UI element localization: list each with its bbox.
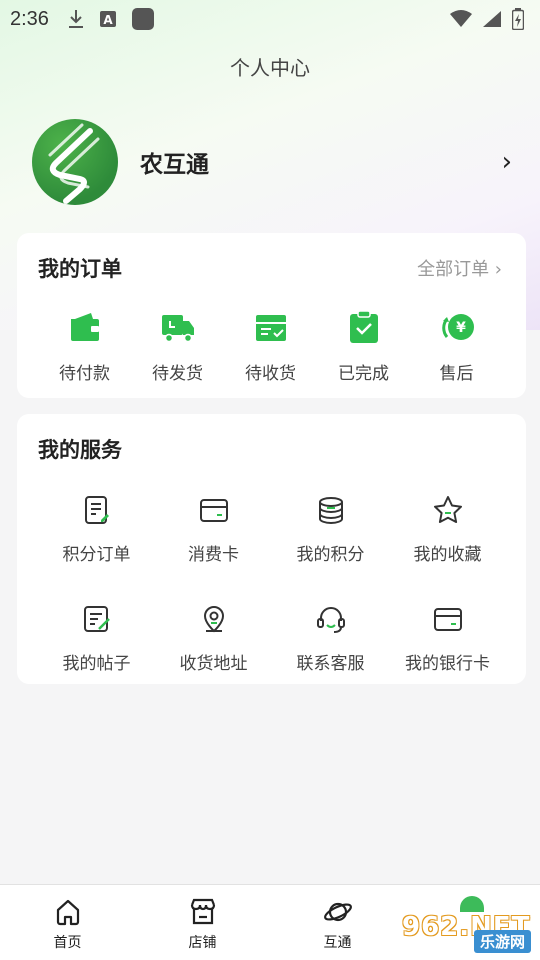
- package-check-icon: [255, 315, 286, 341]
- font-a-icon: A: [99, 11, 116, 27]
- store-icon: [190, 898, 215, 925]
- home-icon: [56, 899, 79, 926]
- bank-card-icon: [433, 608, 462, 631]
- planet-icon: [323, 902, 352, 922]
- svg-text:¥: ¥: [456, 320, 466, 336]
- order-item-label: 待发货: [152, 364, 203, 384]
- order-pending-receipt[interactable]: 待收货: [224, 309, 317, 384]
- order-pending-shipment[interactable]: 待发货: [131, 309, 224, 384]
- card-icon: [199, 499, 228, 522]
- profile-header[interactable]: 农互通 ›: [32, 118, 512, 206]
- service-points-orders[interactable]: 积分订单: [38, 494, 155, 565]
- service-label: 我的银行卡: [405, 654, 490, 674]
- profile-name[interactable]: 农互通: [140, 145, 209, 179]
- app-logo-icon: [48, 123, 100, 204]
- signal-icon: [483, 11, 501, 27]
- all-orders-link[interactable]: 全部订单 ›: [417, 255, 502, 281]
- post-edit-icon: [83, 606, 110, 632]
- order-item-label: 待付款: [59, 364, 110, 384]
- battery-icon: [512, 8, 524, 30]
- service-label: 我的帖子: [62, 654, 131, 674]
- service-label: 消费卡: [188, 545, 239, 565]
- page-title: 个人中心: [230, 56, 310, 80]
- headset-icon: [316, 607, 345, 633]
- avatar[interactable]: [32, 119, 118, 205]
- service-label: 联系客服: [296, 654, 365, 674]
- orders-title: 我的订单: [38, 257, 122, 281]
- tab-store[interactable]: 店铺: [135, 885, 270, 960]
- service-label: 收货地址: [179, 654, 248, 674]
- service-customer-support[interactable]: 联系客服: [272, 603, 389, 674]
- wallet-icon: [70, 313, 99, 341]
- truck-icon: [161, 315, 194, 343]
- service-my-bank-card[interactable]: 我的银行卡: [389, 603, 506, 674]
- order-completed[interactable]: 已完成: [317, 309, 410, 384]
- status-time: 2:36: [10, 7, 49, 30]
- service-my-posts[interactable]: 我的帖子: [38, 603, 155, 674]
- app-square-icon: [131, 8, 154, 30]
- order-item-label: 售后: [439, 364, 474, 384]
- tab-home[interactable]: 首页: [0, 885, 135, 960]
- order-pending-payment[interactable]: 待付款: [38, 309, 131, 384]
- watermark-sub: 乐游网: [474, 930, 532, 953]
- status-bar: 2:36 A: [0, 0, 540, 38]
- order-after-sales[interactable]: ¥ 售后: [410, 309, 503, 384]
- tab-label: 互通: [323, 935, 352, 951]
- tab-mine-active-indicator: [460, 896, 484, 912]
- coins-stack-icon: [318, 497, 343, 525]
- orders-card: 我的订单 全部订单 › 待付款 待发货 待收货 已完成 ¥ 售后: [17, 233, 526, 398]
- tab-label: 店铺: [188, 935, 217, 951]
- star-icon: [433, 496, 462, 523]
- order-item-label: 待收货: [245, 364, 296, 384]
- service-label: 积分订单: [62, 545, 131, 565]
- svg-text:A: A: [103, 13, 113, 27]
- service-label: 我的积分: [296, 545, 365, 565]
- service-label: 我的收藏: [413, 545, 482, 565]
- service-my-favorites[interactable]: 我的收藏: [389, 494, 506, 565]
- service-shipping-address[interactable]: 收货地址: [155, 603, 272, 674]
- chevron-right-icon[interactable]: ›: [502, 147, 512, 177]
- tab-label: 首页: [53, 935, 82, 951]
- document-edit-icon: [84, 496, 109, 524]
- wifi-icon: [450, 10, 472, 27]
- services-card: 我的服务 积分订单 消费卡 我的积分 我的收藏 我的帖子 收货地址 联系客服 我…: [17, 414, 526, 684]
- clipboard-check-icon: [349, 310, 378, 343]
- order-item-label: 已完成: [338, 364, 389, 384]
- yuan-refund-icon: ¥: [441, 314, 474, 340]
- download-icon: [68, 10, 83, 28]
- service-my-points[interactable]: 我的积分: [272, 494, 389, 565]
- location-pin-icon: [203, 606, 224, 633]
- watermark: 962.NET 乐游网: [402, 896, 534, 954]
- tab-hutong[interactable]: 互通: [270, 885, 405, 960]
- service-consumer-card[interactable]: 消费卡: [155, 494, 272, 565]
- services-title: 我的服务: [38, 438, 122, 462]
